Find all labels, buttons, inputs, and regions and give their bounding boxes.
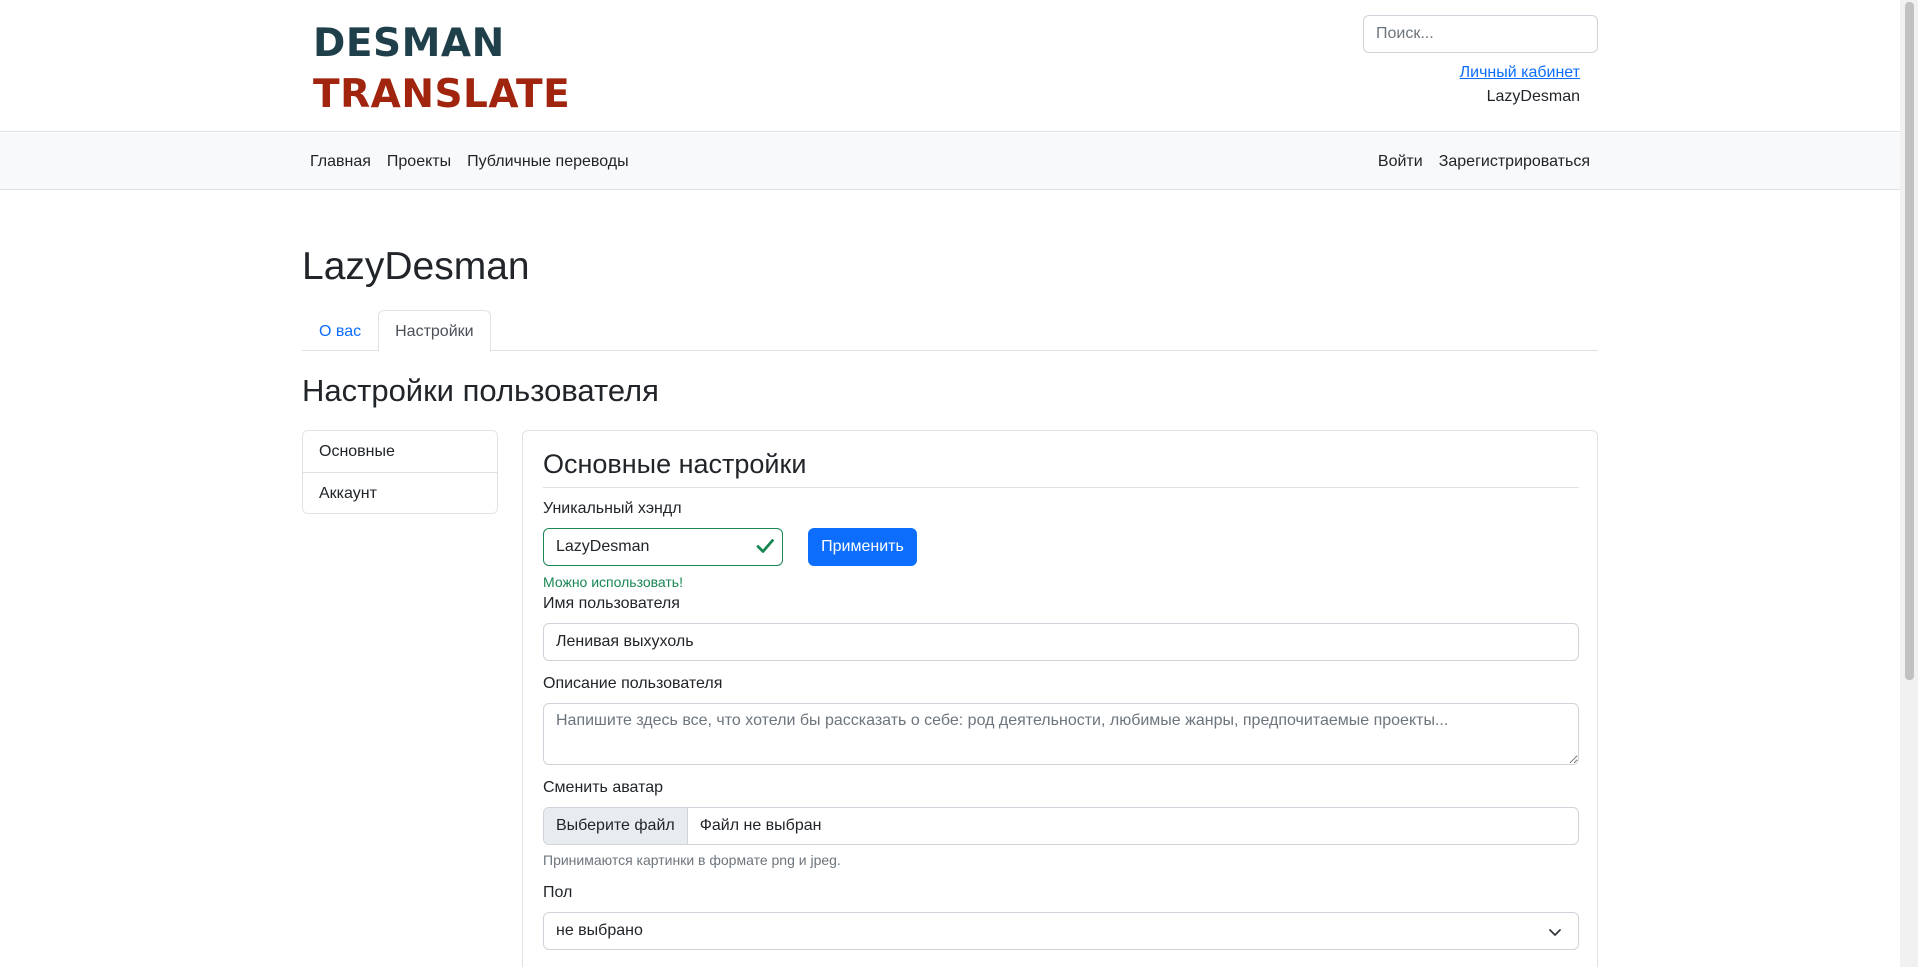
page-title: LazyDesman [302,245,530,288]
nav-login[interactable]: Войти [1370,153,1431,171]
apply-button[interactable]: Применить [808,528,917,566]
file-status: Файл не выбран [699,817,822,834]
gender-select[interactable]: не выбрано [543,912,1579,950]
personal-cabinet-link[interactable]: Личный кабинет [1460,64,1580,82]
nav-public-translations[interactable]: Публичные переводы [459,153,636,171]
handle-valid-feedback: Можно использовать! [543,574,683,590]
tab-about[interactable]: О вас [302,310,378,351]
site-logo[interactable]: DESMAN TRANSLATE [313,18,570,120]
handle-label: Уникальный хэндл [543,500,682,517]
nav-left-group: Главная Проекты Публичные переводы [302,133,637,190]
nav-home[interactable]: Главная [302,153,379,171]
sidebar-item-account[interactable]: Аккаунт [303,472,497,513]
gender-selected-value: не выбрано [556,922,643,939]
main-navbar: Главная Проекты Публичные переводы Войти… [0,133,1900,190]
nav-projects[interactable]: Проекты [379,153,459,171]
profile-tabs: О вас Настройки [302,310,1598,352]
gender-label: Пол [543,884,573,901]
username-input[interactable] [543,623,1579,661]
nav-right-group: Войти Зарегистрироваться [1370,133,1598,190]
scrollbar-thumb[interactable] [1905,2,1914,680]
description-textarea[interactable] [543,703,1579,765]
choose-file-button[interactable]: Выберите файл [544,808,688,844]
settings-sidebar: Основные Аккаунт [302,430,498,514]
card-title: Основные настройки [543,449,807,479]
search-input[interactable] [1363,15,1598,53]
section-title: Настройки пользователя [302,373,659,408]
logo-line-translate: TRANSLATE [313,72,571,117]
username-label: Имя пользователя [543,595,680,612]
avatar-file-input[interactable]: Выберите файл Файл не выбран [543,807,1579,845]
header-username: LazyDesman [1486,88,1580,105]
avatar-label: Сменить аватар [543,779,664,796]
sidebar-item-general[interactable]: Основные [303,431,497,472]
check-icon [756,539,774,553]
chevron-down-icon [1549,929,1561,936]
tab-settings[interactable]: Настройки [378,310,491,352]
handle-input[interactable] [543,528,783,566]
description-label: Описание пользователя [543,675,723,692]
page-scrollbar[interactable] [1900,0,1918,967]
avatar-help-text: Принимаются картинки в формате png и jpe… [543,852,841,868]
logo-line-desman: DESMAN [313,21,505,66]
card-divider [543,487,1579,488]
site-header: DESMAN TRANSLATE Личный кабинет LazyDesm… [0,0,1900,132]
nav-register[interactable]: Зарегистрироваться [1431,153,1598,171]
settings-card: Основные настройки Уникальный хэндл Прим… [522,430,1598,967]
